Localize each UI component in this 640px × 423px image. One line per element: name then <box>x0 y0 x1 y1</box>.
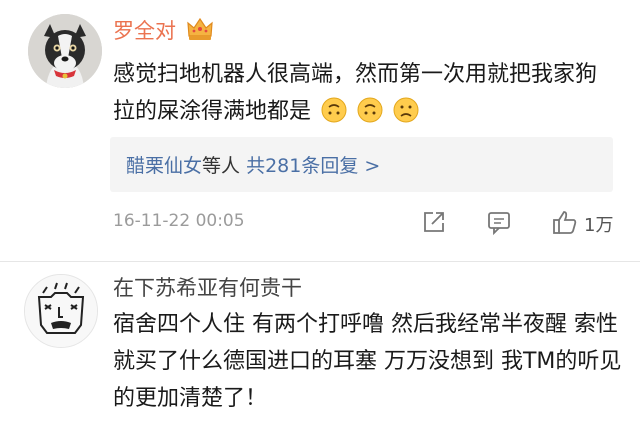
doodle-face-avatar-icon <box>25 275 97 347</box>
upside-down-smile-emoji <box>357 97 383 123</box>
replies-summary[interactable]: 醋栗仙女等人 共281条回复 > <box>126 151 380 178</box>
sad-face-emoji <box>393 97 419 123</box>
comment-text: 感觉扫地机器人很高端，然而第一次用就把我家狗拉的屎涂得满地都是 <box>113 56 613 130</box>
chevron-right-icon[interactable]: > <box>364 155 380 177</box>
username[interactable]: 罗全对 <box>113 15 176 45</box>
share-icon[interactable] <box>420 208 448 236</box>
crown-vip-icon[interactable] <box>186 16 214 42</box>
replies-preview[interactable]: 醋栗仙女等人 共281条回复 > <box>110 137 613 192</box>
comment-body: 感觉扫地机器人很高端，然而第一次用就把我家狗拉的屎涂得满地都是 <box>113 62 598 124</box>
avatar[interactable] <box>28 14 102 88</box>
comment-timestamp: 16-11-22 00:05 <box>113 211 245 231</box>
reply-author[interactable]: 醋栗仙女 <box>126 155 202 177</box>
comment-icon[interactable] <box>485 208 513 236</box>
avatar[interactable] <box>24 274 98 348</box>
thumbs-up-icon[interactable] <box>551 208 579 236</box>
reply-count[interactable]: 共281条回复 <box>246 155 358 177</box>
comment-item: 罗全对 感觉扫地机器人很高端，然而第一次用就把我家狗拉的屎涂得满地都是 醋栗仙女… <box>0 0 640 262</box>
comment-item: 在下苏希亚有何贵干 宿舍四个人住 有两个打呼噜 然后我经常半夜醒 索性就买了什么… <box>0 262 640 423</box>
dog-avatar-icon <box>28 14 102 88</box>
upside-down-smile-emoji <box>321 97 347 123</box>
username[interactable]: 在下苏希亚有何贵干 <box>113 272 302 302</box>
comment-text: 宿舍四个人住 有两个打呼噜 然后我经常半夜醒 索性就买了什么德国进口的耳塞 万万… <box>113 312 622 411</box>
reply-middle-text: 等人 <box>202 155 241 177</box>
like-count: 1万 <box>584 215 614 236</box>
